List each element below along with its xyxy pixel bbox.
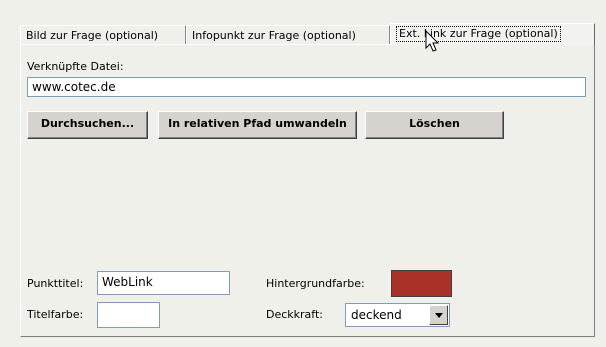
tab-strip: Bild zur Frage (optional) Infopunkt zur … [20, 23, 595, 45]
point-title-input[interactable]: WebLink [97, 271, 230, 295]
delete-button[interactable]: Löschen [365, 111, 504, 139]
title-color-swatch[interactable] [97, 302, 160, 328]
browse-button[interactable]: Durchsuchen... [27, 111, 148, 139]
tab-panel: Verknüpfte Datei: www.cotec.de Durchsuch… [20, 44, 595, 337]
tab-ext-link-zur-frage[interactable]: Ext. Link zur Frage (optional) [390, 23, 595, 45]
background-color-swatch[interactable] [391, 270, 452, 297]
chevron-down-icon[interactable] [429, 305, 448, 325]
tab-label: Ext. Link zur Frage (optional) [396, 26, 561, 42]
tab-infopunkt-zur-frage[interactable]: Infopunkt zur Frage (optional) [186, 25, 390, 44]
relative-path-button[interactable]: In relativen Pfad umwandeln [158, 111, 357, 139]
tab-label: Bild zur Frage (optional) [26, 29, 159, 42]
background-color-label: Hintergrundfarbe: [266, 277, 365, 290]
linked-file-input[interactable]: www.cotec.de [27, 77, 586, 97]
tab-label: Infopunkt zur Frage (optional) [192, 29, 356, 42]
opacity-label: Deckkraft: [266, 308, 323, 321]
opacity-select[interactable]: deckend [345, 303, 450, 327]
linked-file-label: Verknüpfte Datei: [27, 60, 124, 73]
title-color-label: Titelfarbe: [27, 308, 84, 321]
tab-bild-zur-frage[interactable]: Bild zur Frage (optional) [20, 25, 186, 44]
point-title-label: Punkttitel: [27, 277, 84, 290]
opacity-select-value: deckend [351, 308, 402, 322]
mouse-pointer-icon [425, 30, 440, 52]
